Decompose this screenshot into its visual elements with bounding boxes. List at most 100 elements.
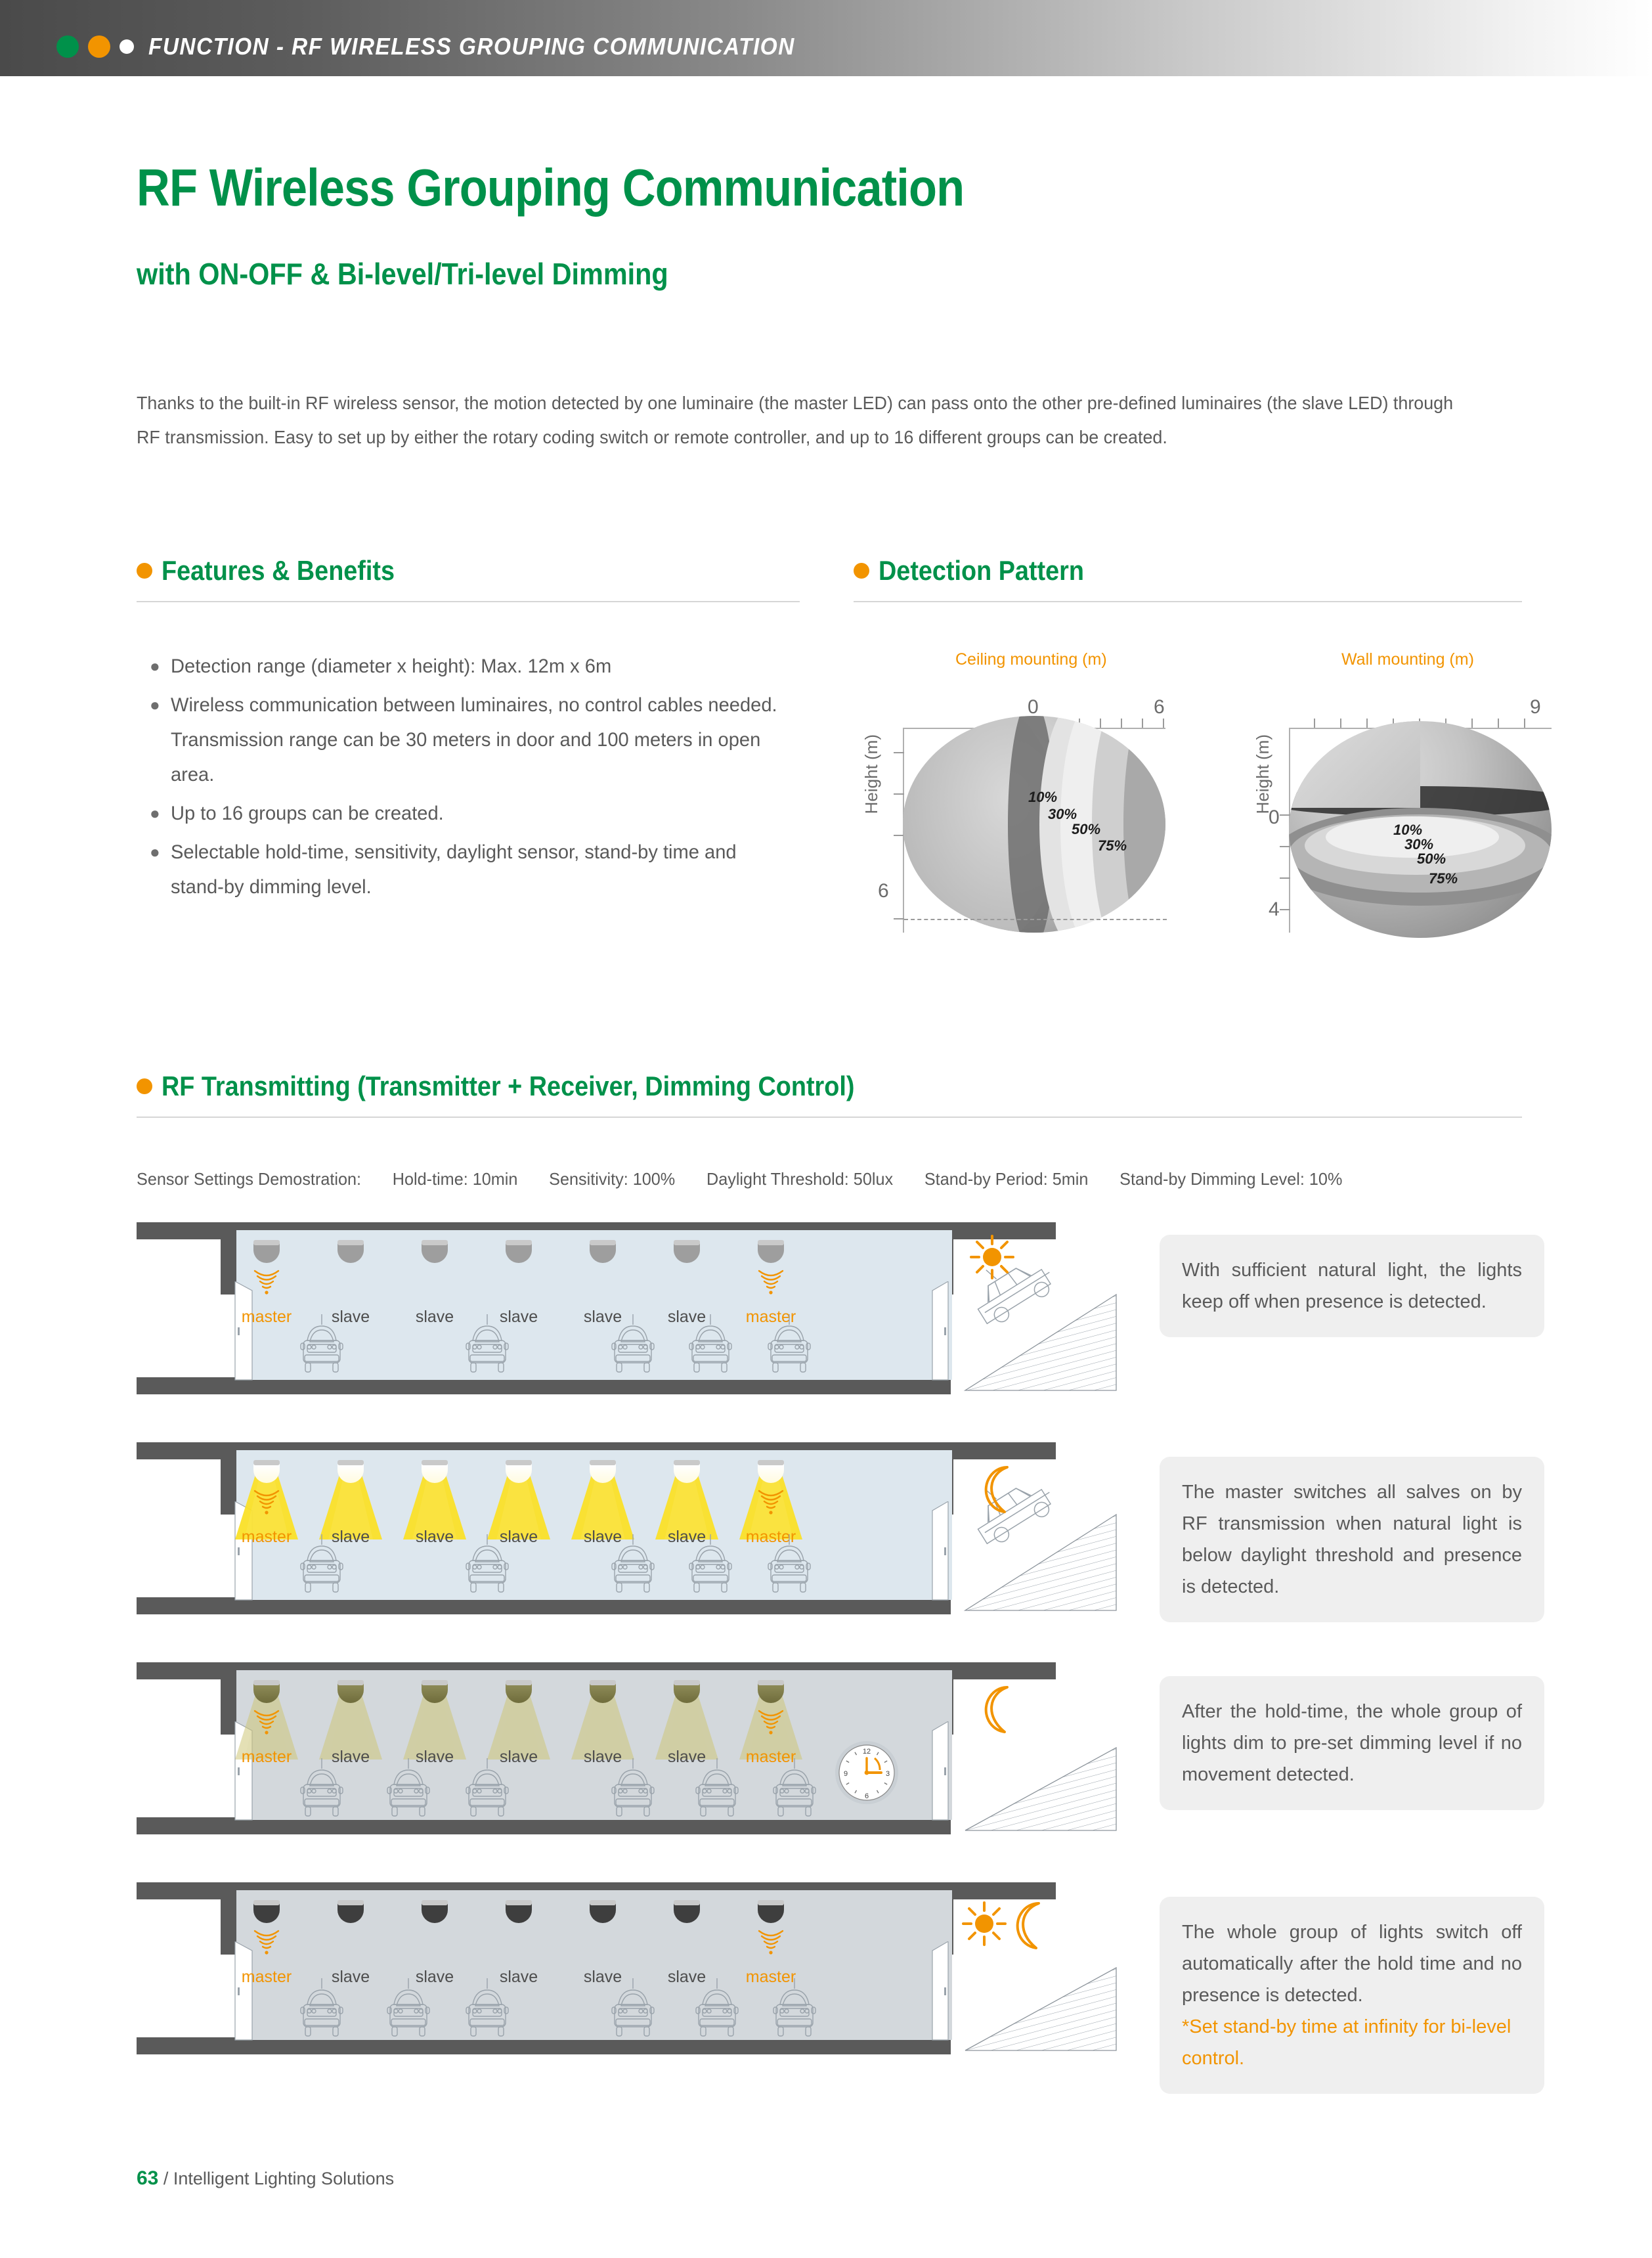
luminaire-label-0: master: [241, 1308, 292, 1326]
detection-heading-row: Detection Pattern: [854, 555, 1522, 587]
parked-car-icon: [760, 1314, 818, 1375]
wall-tick: [1314, 719, 1315, 728]
list-bullet-icon: ●: [150, 695, 160, 715]
moon-icon: [978, 1463, 1018, 1519]
ceiling-6m-dashline: [904, 919, 1167, 920]
callout-text: The master switches all salves on by RF …: [1182, 1482, 1522, 1597]
fixture-cap: [506, 1900, 532, 1905]
page-footer: 63 / Intelligent Lighting Solutions: [137, 2167, 394, 2190]
ceiling-x-tick-0: 0: [1028, 696, 1039, 718]
header-title: FUNCTION - RF WIRELESS GROUPING COMMUNIC…: [148, 33, 795, 60]
parked-car-icon: [604, 1314, 662, 1375]
parked-car-icon: [682, 1534, 739, 1595]
fixture-cap: [590, 1680, 616, 1685]
parked-car-icon: [458, 1534, 516, 1595]
rf-scene-1: master slave slave slave slave slave master: [137, 1218, 1135, 1415]
callout-scene-2: The master switches all salves on by RF …: [1160, 1457, 1544, 1622]
fixture-cap: [758, 1680, 784, 1685]
moon-icon: [978, 1683, 1018, 1739]
rf-scene-3: master slave slave slave slave slave mas…: [137, 1658, 1135, 1855]
rf-heading-row: RF Transmitting (Transmitter + Receiver,…: [137, 1071, 1522, 1102]
list-item: ● Up to 16 groups can be created.: [150, 796, 806, 831]
rf-divider: [137, 1117, 1522, 1118]
parked-car-icon: [293, 1978, 351, 2039]
parked-car-icon: [293, 1758, 351, 1819]
rf-signal-icon: [752, 1267, 789, 1296]
callout-note: *Set stand-by time at infinity for bi-le…: [1182, 2016, 1511, 2069]
rf-section: RF Transmitting (Transmitter + Receiver,…: [137, 1071, 1522, 1118]
bullet-dot-icon: [854, 563, 869, 579]
parked-car-icon: [760, 1534, 818, 1595]
header-dot-white: [120, 39, 134, 54]
fixture-cap: [253, 1460, 280, 1465]
sensor-settings-line: Sensor Settings Demostration: Hold-time:…: [137, 1169, 1369, 1189]
features-heading-row: Features & Benefits: [137, 555, 800, 587]
luminaire-label-0: master: [241, 1528, 292, 1546]
list-bullet-icon: ●: [150, 803, 160, 823]
parked-car-icon: [458, 1314, 516, 1375]
rf-signal-icon: [752, 1927, 789, 1956]
callout-scene-1: With sufficient natural light, the light…: [1160, 1235, 1544, 1337]
fixture-cap: [674, 1680, 700, 1685]
ceiling-tick-y: [894, 752, 904, 753]
fixture-cap: [337, 1460, 364, 1465]
parked-car-icon: [293, 1534, 351, 1595]
fixture-cap: [337, 1680, 364, 1685]
luminaire-label-2: slave: [415, 1308, 454, 1326]
intro-paragraph: Thanks to the built-in RF wireless senso…: [137, 393, 1454, 447]
wall-tick: [1471, 719, 1473, 728]
luminaire-label-2: slave: [415, 1528, 454, 1546]
ceiling-detection-lobe-graphic: [903, 716, 1165, 933]
rf-signal-icon: [752, 1487, 789, 1516]
parked-car-icon: [682, 1314, 739, 1375]
page-subtitle: with ON-OFF & Bi-level/Tri-level Dimming: [137, 257, 668, 291]
feature-text: Selectable hold-time, sensitivity, dayli…: [170, 841, 737, 898]
setting-standby-period: Stand-by Period: 5min: [924, 1169, 1089, 1189]
fixture-cap: [506, 1680, 532, 1685]
rf-signal-icon: [248, 1267, 285, 1296]
list-bullet-icon: ●: [150, 842, 160, 862]
parked-car-icon: [766, 1978, 823, 2039]
bullet-dot-icon: [137, 1078, 152, 1094]
parked-car-icon: [293, 1314, 351, 1375]
page-header-bar: FUNCTION - RF WIRELESS GROUPING COMMUNIC…: [0, 0, 1652, 76]
ceiling-y-axis-label: Height (m): [861, 734, 881, 814]
features-section: Features & Benefits: [137, 555, 800, 602]
header-dot-orange: [88, 35, 110, 58]
fixture-cap: [674, 1240, 700, 1245]
ceiling-zone-50: 50%: [1072, 821, 1101, 837]
svg-text:6: 6: [865, 1792, 869, 1800]
svg-text:9: 9: [844, 1770, 848, 1778]
ceiling-y-tick-6: 6: [878, 880, 889, 902]
rf-heading: RF Transmitting (Transmitter + Receiver,…: [162, 1071, 855, 1101]
ceiling-zone-75: 75%: [1098, 837, 1127, 854]
setting-hold-time: Hold-time: 10min: [392, 1169, 518, 1189]
parked-car-icon: [604, 1978, 662, 2039]
header-content: FUNCTION - RF WIRELESS GROUPING COMMUNIC…: [56, 33, 844, 60]
luminaire-label-0: master: [241, 1748, 292, 1766]
ceiling-tick-y: [894, 918, 904, 919]
setting-daylight-threshold: Daylight Threshold: 50lux: [706, 1169, 894, 1189]
callout-text: With sufficient natural light, the light…: [1182, 1260, 1522, 1312]
fixture-cap: [758, 1240, 784, 1245]
wall-chart-label: Wall mounting (m): [1341, 650, 1474, 669]
fixture-cap: [506, 1240, 532, 1245]
wall-tick: [1524, 719, 1525, 728]
svg-text:3: 3: [886, 1770, 890, 1778]
feature-text: Wireless communication between luminaire…: [170, 694, 777, 786]
rf-signal-icon: [248, 1707, 285, 1736]
rf-signal-icon: [248, 1927, 285, 1956]
list-item: ● Selectable hold-time, sensitivity, day…: [150, 835, 806, 904]
luminaire-label-0: master: [241, 1968, 292, 1986]
fixture-cap: [422, 1460, 448, 1465]
parked-car-icon: [458, 1978, 516, 2039]
fixture-cap: [590, 1900, 616, 1905]
ceiling-zone-10: 10%: [1028, 789, 1058, 805]
parked-car-icon: [688, 1978, 746, 2039]
footer-page-number: 63: [137, 2167, 159, 2189]
fixture-cap: [253, 1900, 280, 1905]
wall-x-tick-9: 9: [1530, 696, 1541, 718]
parked-car-icon: [458, 1758, 516, 1819]
feature-text: Up to 16 groups can be created.: [170, 803, 444, 824]
fixture-cap: [422, 1680, 448, 1685]
